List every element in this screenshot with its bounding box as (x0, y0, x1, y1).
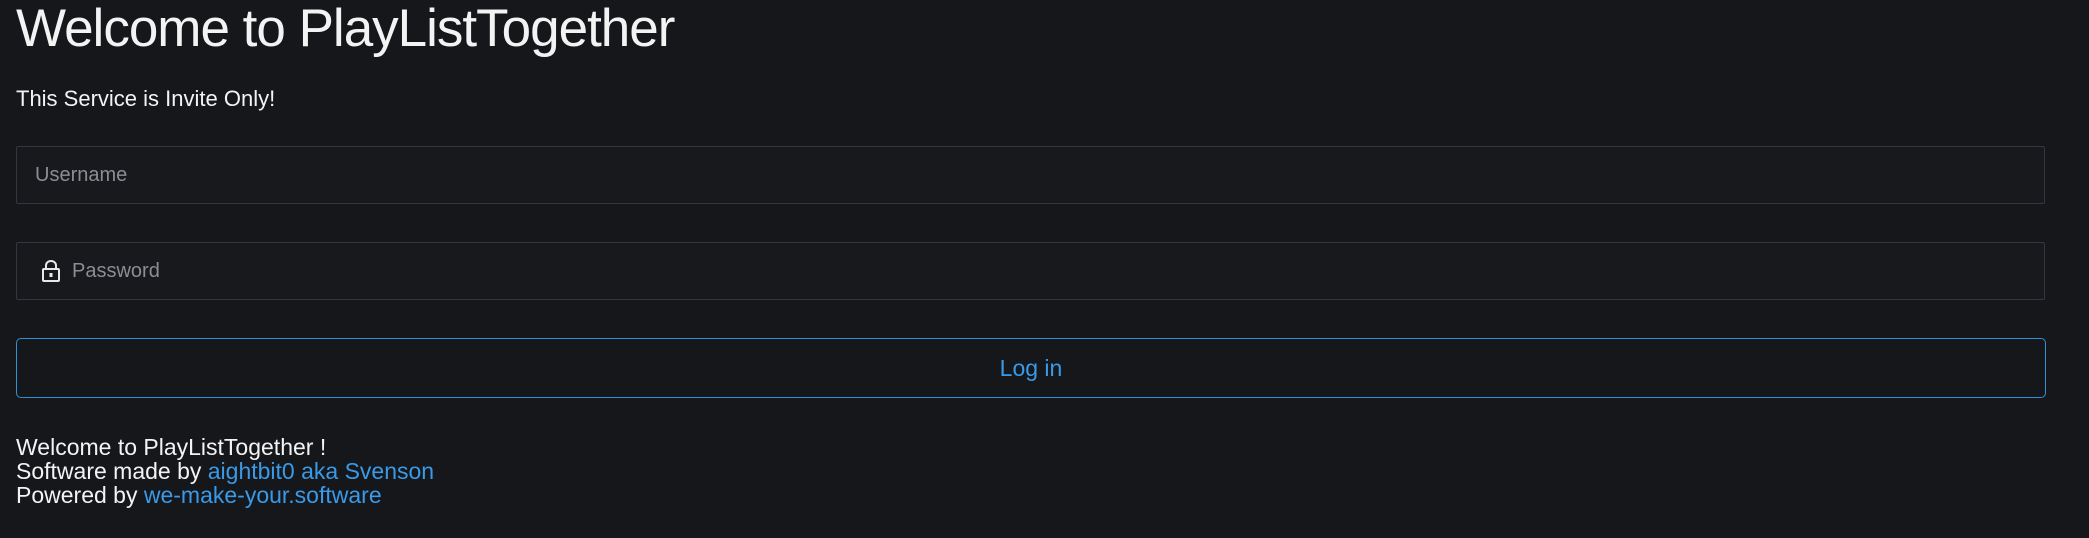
login-page: Welcome to PlayListTogether This Service… (0, 0, 2089, 538)
footer-welcome-line: Welcome to PlayListTogether ! (16, 435, 434, 459)
login-button[interactable]: Log in (16, 338, 2046, 398)
author-link[interactable]: aightbit0 aka Svenson (208, 458, 434, 484)
password-input[interactable] (62, 243, 2044, 299)
page-title: Welcome to PlayListTogether (16, 0, 675, 58)
username-input[interactable] (17, 147, 2044, 203)
footer-powered-by-line: Powered by we-make-your.software (16, 483, 434, 507)
password-field-container (16, 242, 2045, 300)
made-by-prefix: Software made by (16, 458, 202, 484)
footer-welcome-text: Welcome to PlayListTogether ! (16, 434, 327, 460)
lock-icon (40, 258, 62, 284)
username-field-container (16, 146, 2045, 204)
footer: Welcome to PlayListTogether ! Software m… (16, 435, 434, 507)
footer-made-by-line: Software made by aightbit0 aka Svenson (16, 459, 434, 483)
invite-only-notice: This Service is Invite Only! (16, 86, 276, 111)
powered-by-link[interactable]: we-make-your.software (144, 482, 382, 508)
powered-by-prefix: Powered by (16, 482, 138, 508)
